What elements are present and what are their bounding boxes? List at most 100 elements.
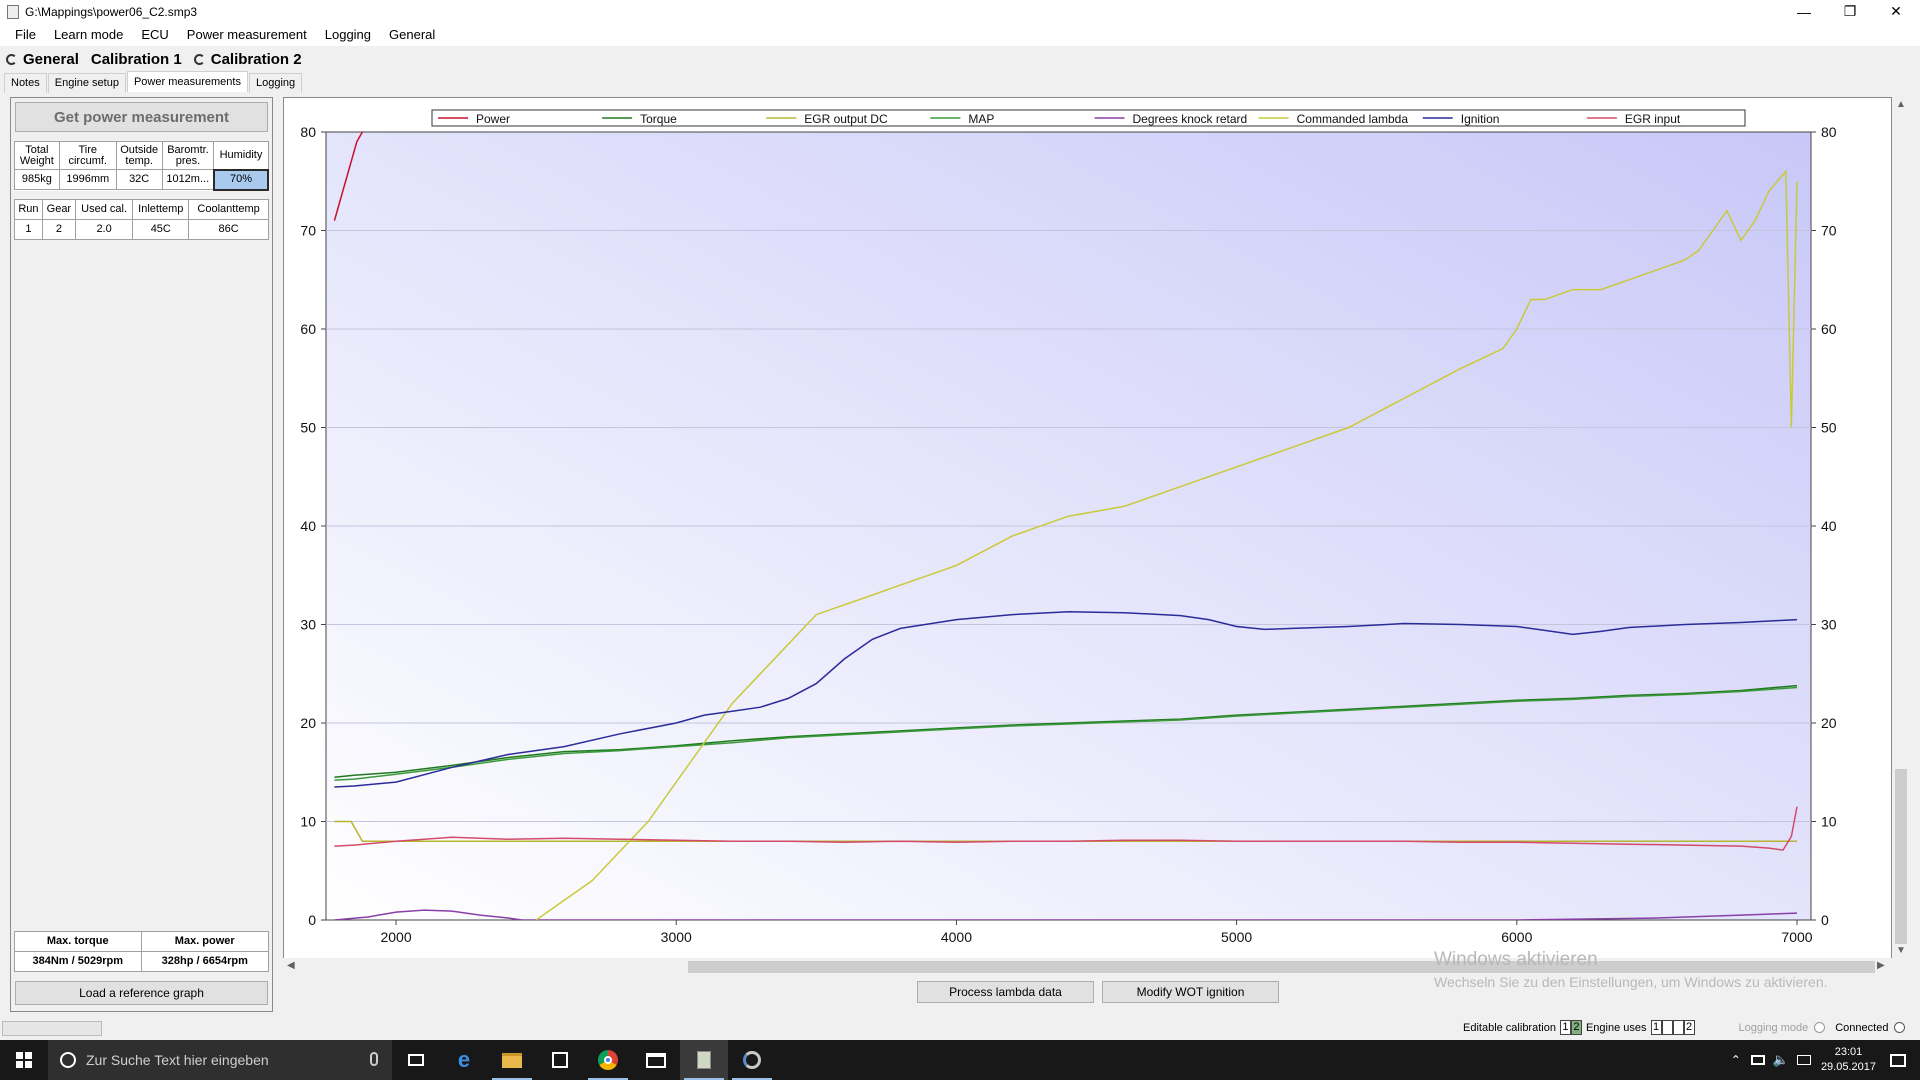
connected-label: Connected [1835, 1021, 1889, 1034]
engine-uses-slot[interactable] [1672, 1020, 1684, 1035]
menu-ecu[interactable]: ECU [141, 27, 168, 42]
legend-label-commanded-lambda: Commanded lambda [1297, 112, 1409, 126]
y-tick-label-right: 80 [1821, 124, 1837, 140]
header-gear: Gear [41, 199, 76, 220]
window-app-icon[interactable] [632, 1040, 680, 1080]
table-row[interactable]: 1 2 2.0 45C 86C [14, 219, 269, 240]
cell-run: 1 [14, 219, 43, 240]
tab-general[interactable]: General [0, 48, 85, 70]
editable-cal-1[interactable]: 1 [1559, 1020, 1571, 1035]
close-button[interactable]: ✕ [1873, 0, 1919, 23]
tab-engine-setup[interactable]: Engine setup [47, 73, 126, 93]
header-used-cal: Used cal. [74, 199, 134, 220]
y-tick-label-right: 30 [1821, 617, 1837, 633]
taskbar-search[interactable]: Zur Suche Text hier eingeben [48, 1040, 392, 1080]
tab-calibration-2[interactable]: Calibration 2 [188, 48, 308, 70]
cell-outside-temp[interactable]: 32C [115, 169, 163, 190]
chrome-icon[interactable] [584, 1040, 632, 1080]
vertical-scroll-thumb[interactable] [1895, 769, 1907, 944]
tool-app-icon[interactable] [728, 1040, 776, 1080]
max-values-table: Max. torque Max. power 384Nm / 5029rpm 3… [14, 931, 269, 972]
menu-logging[interactable]: Logging [325, 27, 371, 42]
tab-logging[interactable]: Logging [248, 73, 303, 93]
header-coolanttemp: Coolanttemp [188, 199, 269, 220]
keyboard-icon[interactable] [1796, 1055, 1811, 1065]
modify-wot-button[interactable]: Modify WOT ignition [1102, 981, 1279, 1003]
max-header-row: Max. torque Max. power [14, 931, 269, 952]
app-icon [7, 4, 19, 19]
y-tick-label: 50 [300, 420, 316, 436]
windows-logo-icon [16, 1052, 32, 1068]
scroll-right-icon[interactable]: ▶ [1877, 960, 1885, 971]
engine-uses-slot[interactable] [1661, 1020, 1673, 1035]
clock-date: 29.05.2017 [1820, 1061, 1876, 1073]
tab-notes[interactable]: Notes [4, 73, 47, 93]
menu-learn-mode[interactable]: Learn mode [54, 27, 123, 42]
tray-chevron-icon[interactable]: ⌃ [1731, 1053, 1741, 1067]
power-chart: 0 0 10 10 20 20 30 30 40 40 50 50 60 60 70 70 80 80 2000 30… [283, 97, 1892, 959]
params-value-row: 985kg 1996mm 32C 1012m... 70% [14, 168, 270, 191]
x-tick-label: 3000 [661, 929, 692, 945]
activation-watermark: Windows aktivieren Wechseln Sie zu den E… [1434, 949, 1828, 990]
get-power-measurement-button[interactable]: Get power measurement [15, 102, 268, 132]
engine-uses-1[interactable]: 1 [1650, 1020, 1662, 1035]
legend-label-map: MAP [968, 112, 994, 126]
y-tick-label-right: 50 [1821, 420, 1837, 436]
header-run: Run [14, 199, 43, 220]
cell-inlettemp: 45C [132, 219, 190, 240]
start-button[interactable] [0, 1040, 48, 1080]
microphone-icon[interactable] [370, 1052, 378, 1066]
logging-mode-indicator-icon [1814, 1022, 1826, 1033]
notifications-icon[interactable] [1890, 1053, 1906, 1067]
taskbar: Zur Suche Text hier eingeben e ⌃ 🔈 23:01… [0, 1040, 1920, 1080]
legend-label-egr-input: EGR input [1625, 112, 1681, 126]
refresh-icon [6, 53, 17, 65]
legend-label-torque: Torque [640, 112, 677, 126]
y-tick-label: 30 [300, 617, 316, 633]
max-power-value: 328hp / 6654rpm [140, 951, 269, 972]
status-right: Editable calibration 12 Engine uses 12 L… [1463, 1020, 1906, 1035]
process-lambda-button[interactable]: Process lambda data [917, 981, 1094, 1003]
minimize-button[interactable]: — [1781, 0, 1827, 23]
scroll-up-icon[interactable]: ▲ [1896, 99, 1906, 110]
file-explorer-icon[interactable] [488, 1040, 536, 1080]
legend-label-degrees-knock-retard: Degrees knock retard [1133, 112, 1248, 126]
y-tick-label-right: 40 [1821, 518, 1837, 534]
tab-power-measurements[interactable]: Power measurements [126, 71, 248, 92]
window-title: G:\Mappings\power06_C2.smp3 [25, 4, 198, 19]
cell-coolanttemp: 86C [188, 219, 269, 240]
y-tick-label: 70 [300, 223, 316, 239]
load-reference-graph-button[interactable]: Load a reference graph [15, 981, 268, 1005]
store-icon[interactable] [536, 1040, 584, 1080]
cell-humidity[interactable]: 70% [212, 168, 270, 191]
menu-power-measurement[interactable]: Power measurement [187, 27, 307, 42]
engine-uses-2[interactable]: 2 [1683, 1020, 1695, 1035]
cell-tire-circumf[interactable]: 1996mm [58, 169, 117, 190]
scroll-down-icon[interactable]: ▼ [1896, 945, 1906, 956]
params-header-row: Total Weight Tire circumf. Outside temp.… [14, 141, 269, 170]
task-view-icon[interactable] [392, 1040, 440, 1080]
cell-used-cal: 2.0 [74, 219, 134, 240]
volume-icon[interactable]: 🔈 [1773, 1052, 1789, 1068]
maximize-button[interactable]: ❐ [1827, 0, 1873, 23]
scroll-left-icon[interactable]: ◀ [287, 960, 295, 971]
max-torque-value: 384Nm / 5029rpm [14, 951, 142, 972]
clock[interactable]: 23:01 29.05.2017 [1821, 1045, 1876, 1075]
vertical-scrollbar[interactable]: ▲ ▼ [1892, 97, 1910, 959]
cell-baromtr-pres[interactable]: 1012m... [161, 169, 215, 190]
menu-general[interactable]: General [389, 27, 435, 42]
x-tick-label: 7000 [1781, 929, 1812, 945]
cell-total-weight[interactable]: 985kg [14, 169, 60, 190]
network-icon[interactable] [1750, 1055, 1765, 1065]
engine-uses-selector: 12 [1650, 1020, 1695, 1035]
edge-icon[interactable]: e [440, 1040, 488, 1080]
mapping-app-icon[interactable] [680, 1040, 728, 1080]
editable-cal-2[interactable]: 2 [1570, 1020, 1582, 1035]
refresh-icon [193, 53, 205, 65]
y-tick-label: 60 [300, 321, 316, 337]
system-tray: ⌃ 🔈 23:01 29.05.2017 [1731, 1040, 1920, 1080]
tab-calibration-1[interactable]: Calibration 1 [84, 48, 188, 70]
clock-time: 23:01 [1834, 1046, 1863, 1058]
menu-file[interactable]: File [15, 27, 36, 42]
y-tick-label: 10 [300, 814, 316, 830]
